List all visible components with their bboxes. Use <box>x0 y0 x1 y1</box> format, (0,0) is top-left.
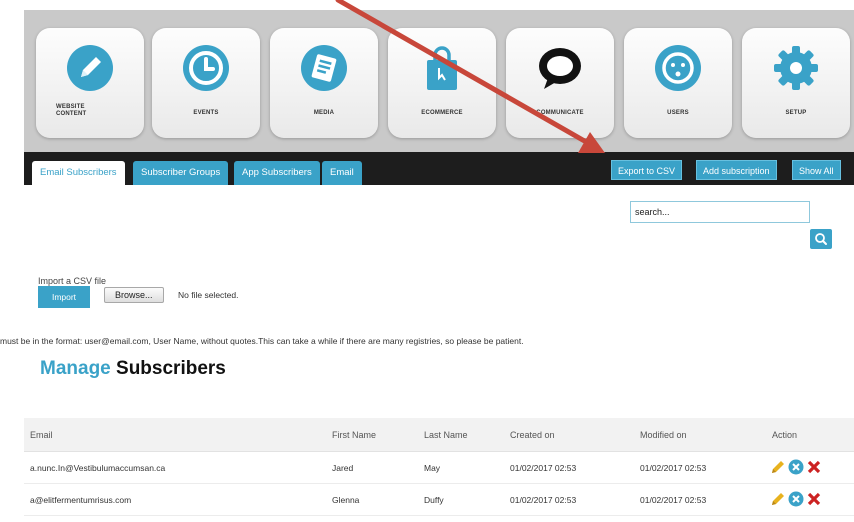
cell-first-name: Jared <box>332 463 354 473</box>
tab-email-subscribers[interactable]: Email Subscribers <box>32 161 125 185</box>
module-label: EVENTS <box>193 110 219 116</box>
import-label: Import a CSV file <box>38 276 107 286</box>
module-users[interactable]: USERS <box>624 28 732 138</box>
speech-bubble-icon <box>539 48 581 89</box>
tab-email[interactable]: Email <box>322 161 362 185</box>
browse-button[interactable]: Browse... <box>104 287 164 303</box>
cell-created-on: 01/02/2017 02:53 <box>510 495 577 505</box>
module-label: USERS <box>667 110 689 116</box>
import-format-note: must be in the format: user@email.com, U… <box>0 336 524 346</box>
delete-x-icon[interactable] <box>806 491 822 507</box>
cancel-circle-icon[interactable] <box>788 491 804 507</box>
cell-email: a.nunc.In@Vestibulumaccumsan.ca <box>30 463 166 473</box>
cell-email: a@elitfermentumrisus.com <box>30 495 132 505</box>
table-header: Email First Name Last Name Created on Mo… <box>24 418 854 452</box>
module-media[interactable]: MEDIA <box>270 28 378 138</box>
tab-app-subscribers[interactable]: App Subscribers <box>234 161 320 185</box>
column-first-name[interactable]: First Name <box>332 430 376 440</box>
gear-icon <box>774 46 818 90</box>
clock-icon <box>183 45 229 91</box>
column-action: Action <box>772 430 798 440</box>
column-modified-on[interactable]: Modified on <box>640 430 687 440</box>
tab-bar: Email Subscribers Subscriber Groups App … <box>24 152 854 185</box>
show-all-button[interactable]: Show All <box>792 160 841 180</box>
module-label: COMMUNICATE <box>536 110 584 116</box>
module-communicate[interactable]: COMMUNICATE <box>506 28 614 138</box>
module-website-content[interactable]: WEBSITE CONTENT <box>36 28 144 138</box>
cell-created-on: 01/02/2017 02:53 <box>510 463 577 473</box>
user-face-icon <box>655 45 701 91</box>
module-ecommerce[interactable]: ECOMMERCE <box>388 28 496 138</box>
shopping-bag-icon <box>427 46 457 90</box>
import-button[interactable]: Import <box>38 286 90 308</box>
delete-x-icon[interactable] <box>806 459 822 475</box>
pencil-icon <box>67 45 113 91</box>
media-list-icon <box>301 45 347 91</box>
column-email[interactable]: Email <box>30 430 53 440</box>
column-created-on[interactable]: Created on <box>510 430 555 440</box>
cell-last-name: May <box>424 463 441 473</box>
module-label: ECOMMERCE <box>421 110 463 116</box>
cell-modified-on: 01/02/2017 02:53 <box>640 463 707 473</box>
module-label: SETUP <box>785 110 807 116</box>
file-status: No file selected. <box>178 290 239 300</box>
tab-subscriber-groups[interactable]: Subscriber Groups <box>133 161 229 185</box>
module-toolbar: WEBSITE CONTENT EVENTS MEDIA ECOMMERCE C… <box>24 10 854 152</box>
page-title: Manage Subscribers <box>40 358 226 379</box>
edit-pencil-icon[interactable] <box>770 459 786 475</box>
export-csv-button[interactable]: Export to CSV <box>611 160 683 180</box>
cell-last-name: Duffy <box>424 495 444 505</box>
cell-modified-on: 01/02/2017 02:53 <box>640 495 707 505</box>
cancel-circle-icon[interactable] <box>788 459 804 475</box>
search-icon <box>815 233 827 245</box>
module-label: WEBSITE CONTENT <box>56 104 87 117</box>
edit-pencil-icon[interactable] <box>770 491 786 507</box>
module-setup[interactable]: SETUP <box>742 28 850 138</box>
table-row: a.nunc.In@Vestibulumaccumsan.ca Jared Ma… <box>24 452 854 484</box>
cell-first-name: Glenna <box>332 495 360 505</box>
module-label: MEDIA <box>313 110 335 116</box>
table-row: a@elitfermentumrisus.com Glenna Duffy 01… <box>24 484 854 516</box>
search-input[interactable] <box>630 201 810 223</box>
search-button[interactable] <box>810 229 832 249</box>
column-last-name[interactable]: Last Name <box>424 430 468 440</box>
subscribers-panel: Email Subscribers Subscriber Groups App … <box>0 152 854 522</box>
add-subscription-button[interactable]: Add subscription <box>696 160 777 180</box>
module-events[interactable]: EVENTS <box>152 28 260 138</box>
